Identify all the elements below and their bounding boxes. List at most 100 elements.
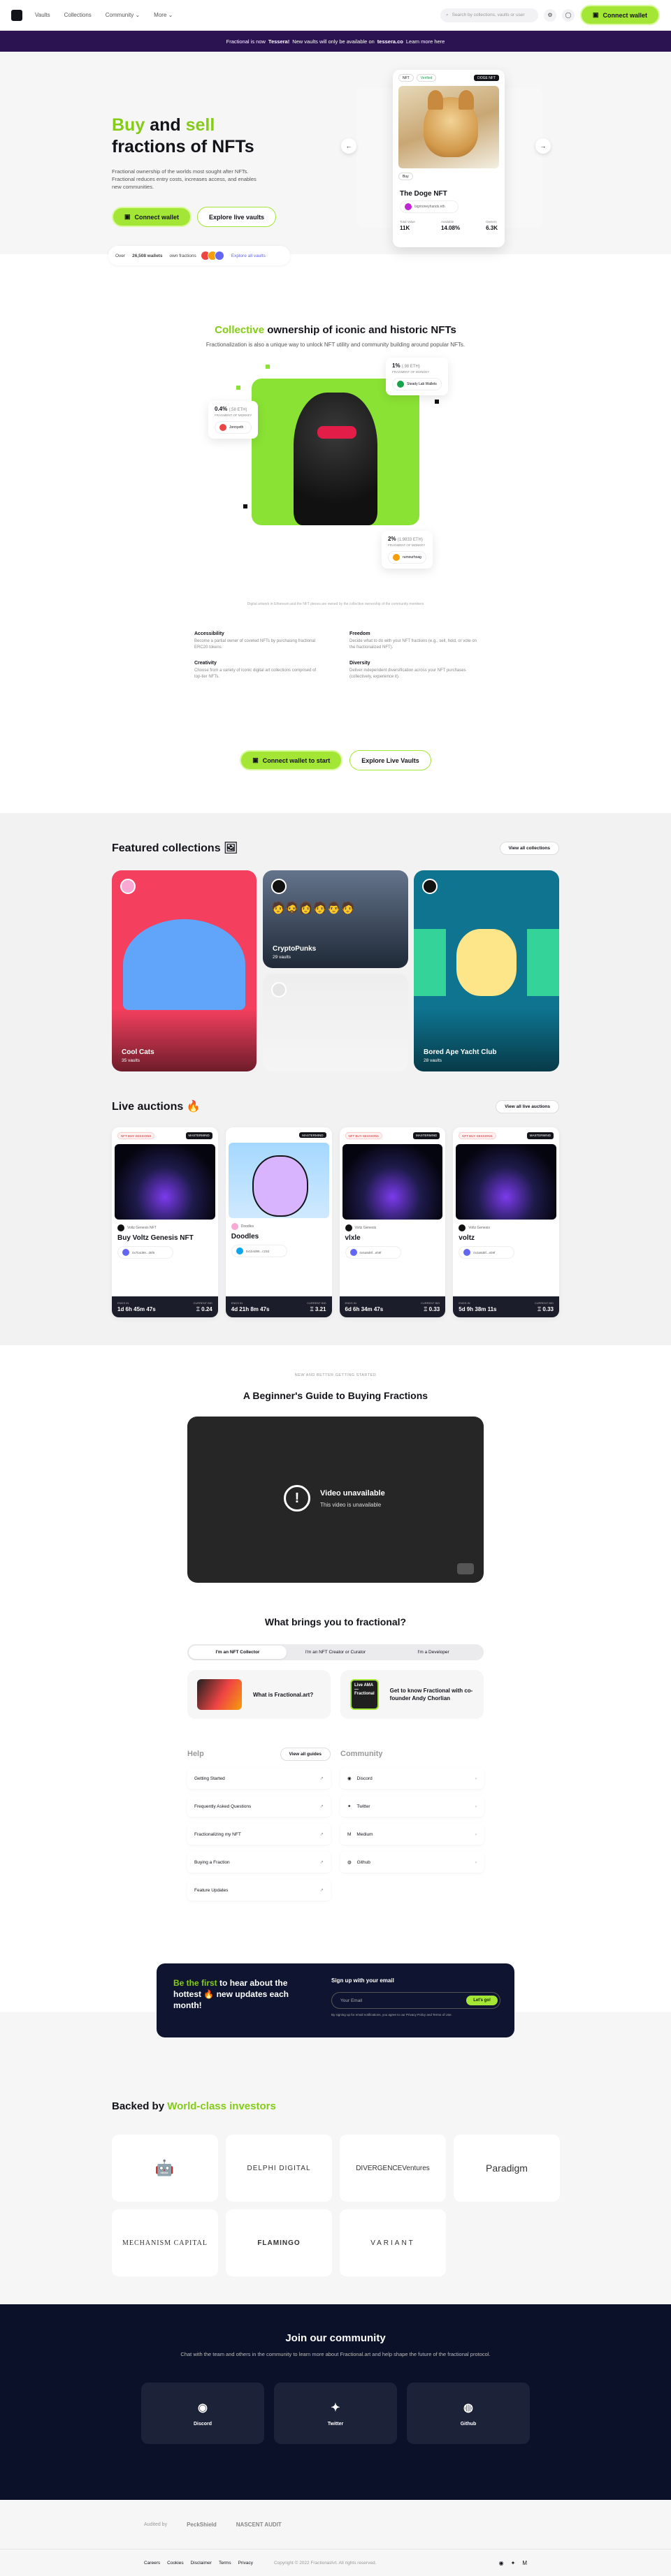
community-title: Community — [340, 1750, 383, 1758]
ends-value: 1d 6h 45m 47s — [117, 1306, 156, 1312]
carousel-card-prev[interactable] — [356, 88, 398, 228]
tab-developer[interactable]: I'm a Developer — [384, 1646, 482, 1659]
brings-title: What brings you to fractional? — [264, 1616, 407, 1627]
auction-card[interactable]: NFT BUY SESSIONS MASTERMIND Voltz Genesis… — [453, 1127, 559, 1317]
email-field[interactable]: Your Email Let's go! — [331, 1992, 500, 2009]
feature-freedom: Freedom Decide what to do with your NFT f… — [349, 631, 477, 651]
banner-learn-more-link[interactable]: Learn more here — [406, 38, 445, 45]
auction-card[interactable]: NFT BUY SESSIONS MASTERMIND Voltz Genesis… — [112, 1127, 218, 1317]
help-item[interactable]: Buying a Fraction ↗ — [187, 1852, 331, 1873]
investors-container: Backed by World-class investors 🤖 DELPHI… — [112, 2100, 560, 2276]
help-item[interactable]: Feature Updates ↗ — [187, 1880, 331, 1901]
fragment-card-1[interactable]: 1% (.98 ETH) FRAGMENT OF MONKEY Steady L… — [386, 358, 448, 395]
community-card-github[interactable]: ◍ Github — [407, 2383, 530, 2444]
collection-card-cryptopunks[interactable]: 🧑🧔👩🧑👨🧑 CryptoPunks 29 vaults — [263, 870, 408, 968]
collection-card-bayc[interactable]: Bored Ape Yacht Club 28 vaults — [414, 870, 559, 1071]
community-link-discord[interactable]: ◉ Discord › — [340, 1768, 484, 1789]
auction-owner[interactable]: 0x1b4d86...c23d — [231, 1245, 287, 1257]
auction-owner[interactable]: 0x7b4d99...d6f6 — [117, 1246, 173, 1259]
youtube-icon[interactable] — [457, 1563, 474, 1574]
fragment-card-3[interactable]: 2% (1.9833 ETH) FRAGMENT OF MONKEY rumou… — [382, 531, 433, 569]
view-all-auctions-button[interactable]: View all live auctions — [496, 1099, 559, 1113]
medium-icon[interactable]: M — [522, 2560, 527, 2566]
profile-icon[interactable]: ◯ — [561, 8, 575, 22]
auditor-nascent[interactable]: NASCENT AUDIT — [236, 2522, 282, 2528]
investor-delphi[interactable]: DELPHI DIGITAL — [226, 2135, 332, 2202]
help-item[interactable]: Getting Started ↗ — [187, 1768, 331, 1789]
hero-connect-wallet-button[interactable]: ▣ Connect wallet — [112, 207, 192, 227]
logo[interactable] — [11, 9, 22, 21]
fragment-card-2[interactable]: 0.4% (.58 ETH) FRAGMENT OF MONKEY Jonnye… — [208, 401, 259, 439]
tab-collector[interactable]: I'm an NFT Collector — [189, 1646, 287, 1659]
carousel-prev-button[interactable]: ← — [341, 138, 356, 154]
newsletter-submit-button[interactable]: Let's go! — [466, 1996, 498, 2005]
view-all-guides-button[interactable]: View all guides — [280, 1747, 331, 1761]
collection-card-placeholder[interactable] — [263, 974, 408, 1071]
carousel-next-button[interactable]: → — [535, 138, 551, 154]
collection-vaults: 35 vaults — [122, 1058, 140, 1063]
footer-link-terms[interactable]: Terms — [219, 2561, 231, 2566]
nav-link-vaults[interactable]: Vaults — [35, 12, 50, 18]
investor-logo-robot[interactable]: 🤖 — [112, 2135, 218, 2202]
auction-owner[interactable]: 0x5a9d8f...eb9f — [345, 1246, 401, 1259]
community-card-twitter[interactable]: ✦ Twitter — [274, 2383, 397, 2444]
connect-start-label: Connect wallet to start — [262, 756, 331, 764]
investor-flamingo[interactable]: FLAMINGO — [226, 2209, 332, 2276]
search-input[interactable]: ⌕ Search by collections, vaults or user — [440, 8, 538, 22]
auction-owner-name: 0x5a9d8f...eb9f — [359, 1250, 382, 1254]
tab-creator[interactable]: I'm an NFT Creator or Curator — [287, 1646, 384, 1659]
auction-card[interactable]: MASTERMIND Doodles Doodles 0x1b4d86...c2… — [225, 1127, 332, 1317]
collection-card-cool-cats[interactable]: Cool Cats 35 vaults — [112, 870, 257, 1071]
banner-site-link[interactable]: tessera.co — [377, 38, 403, 45]
connect-wallet-button[interactable]: ▣ Connect wallet — [579, 5, 660, 25]
help-item[interactable]: Frequently Asked Questions ↗ — [187, 1796, 331, 1817]
footer-link-disclaimer[interactable]: Disclaimer — [191, 2561, 212, 2566]
auction-card[interactable]: NFT BUY SESSIONS MASTERMIND Voltz Genesis… — [339, 1127, 446, 1317]
investor-paradigm[interactable]: Paradigm — [454, 2135, 560, 2202]
view-all-collections-button[interactable]: View all collections — [499, 841, 559, 855]
help-item[interactable]: Fractionalizing my NFT ↗ — [187, 1824, 331, 1845]
arrow-right-icon: → — [540, 142, 547, 149]
avatar — [236, 1247, 243, 1254]
nav-link-community-label: Community — [105, 12, 134, 18]
collective-explore-button[interactable]: Explore Live Vaults — [349, 750, 431, 770]
footer-link-careers[interactable]: Careers — [144, 2561, 160, 2566]
nav-link-collections[interactable]: Collections — [64, 12, 92, 18]
hero-title-sell: sell — [185, 115, 215, 135]
community-link-medium[interactable]: M Medium › — [340, 1824, 484, 1845]
nav-link-community[interactable]: Community ⌄ — [106, 12, 140, 18]
pixel — [243, 504, 247, 508]
pixel — [236, 386, 240, 390]
feature-text: Choose from a variety of iconic digital … — [194, 668, 317, 679]
footer-link-privacy[interactable]: Privacy — [238, 2561, 253, 2566]
ape-panel — [456, 929, 517, 996]
doge-card-owner[interactable]: bigmoneyhands.eth — [400, 200, 459, 213]
connect-wallet-to-start-button[interactable]: ▣ Connect wallet to start — [240, 750, 343, 770]
auction-badge: MASTERMIND — [413, 1132, 440, 1139]
community-link-github[interactable]: ◍ Github › — [340, 1852, 484, 1873]
community-card-discord[interactable]: ◉ Discord — [141, 2383, 264, 2444]
feature-title: Freedom — [349, 631, 370, 636]
investor-variant[interactable]: VARIANT — [340, 2209, 446, 2276]
guide-card-ama[interactable]: Live AMA — Fractional Get to know Fractio… — [340, 1670, 484, 1719]
auction-art — [228, 1143, 329, 1218]
footer-link-cookies[interactable]: Cookies — [167, 2561, 183, 2566]
explore-live-vaults-button[interactable]: Explore live vaults — [197, 207, 277, 227]
fragment-pct-value: 0.4% — [215, 406, 228, 412]
auditor-peckshield[interactable]: PeckShield — [187, 2522, 217, 2528]
investor-mechanism[interactable]: MECHANISM CAPITAL — [112, 2209, 218, 2276]
doge-buy-tag: Buy — [393, 168, 505, 184]
doge-nft-card[interactable]: NFT Verified DOGE NFT Buy The Doge NFT b… — [393, 70, 505, 247]
video-player[interactable]: ! Video unavailable This video is unavai… — [187, 1417, 484, 1583]
nav-link-more[interactable]: More ⌄ — [154, 12, 173, 18]
discord-icon[interactable]: ◉ — [499, 2560, 504, 2566]
gear-icon[interactable]: ⚙ — [543, 8, 556, 22]
investor-grid: 🤖 DELPHI DIGITAL DIVERGENCEVentures Para… — [112, 2135, 560, 2276]
carousel-card-next[interactable] — [500, 88, 542, 228]
guide-card-what-is[interactable]: What is Fractional.art? — [187, 1670, 331, 1719]
featured-nft-carousel: NFT Verified DOGE NFT Buy The Doge NFT b… — [341, 70, 551, 251]
investor-divergence[interactable]: DIVERGENCEVentures — [340, 2135, 446, 2202]
twitter-icon[interactable]: ✦ — [511, 2560, 516, 2566]
auction-owner[interactable]: 0x3a9d8f...eb9f — [459, 1246, 515, 1259]
community-link-twitter[interactable]: ✦ Twitter › — [340, 1796, 484, 1817]
